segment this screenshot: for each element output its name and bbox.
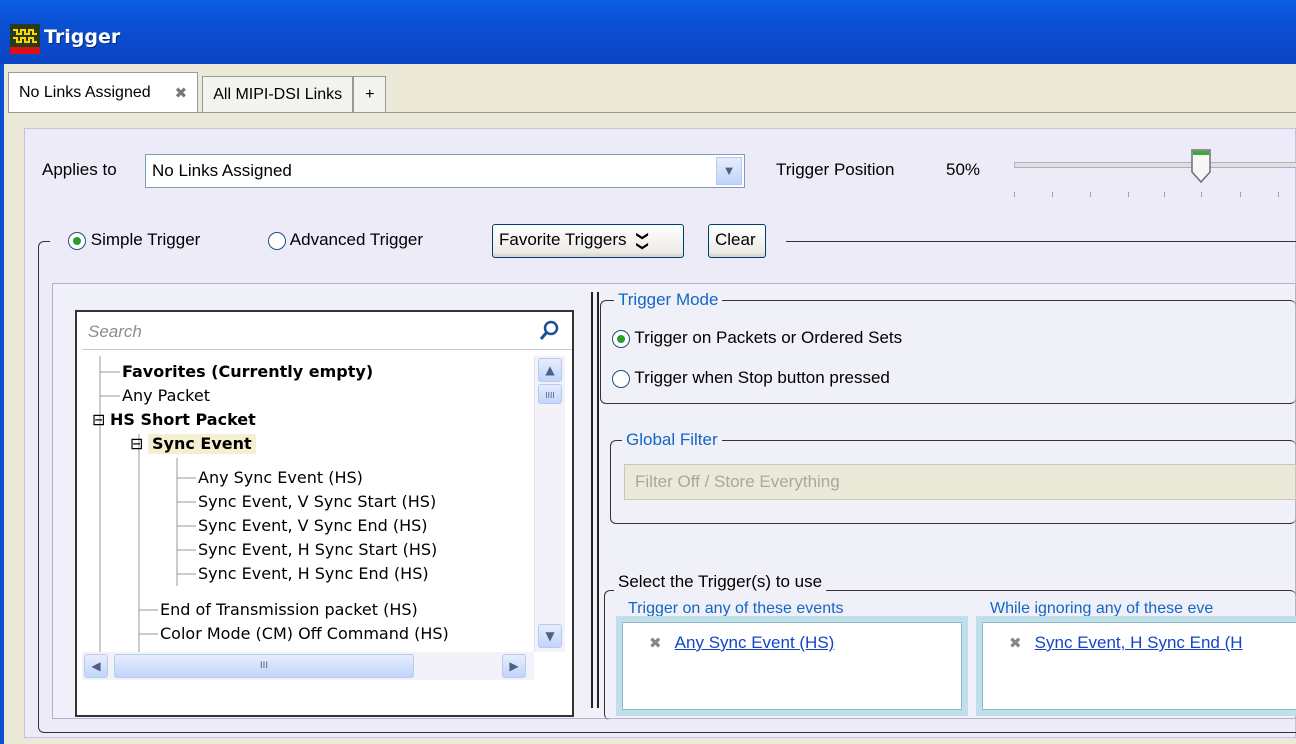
tab-label: No Links Assigned: [19, 83, 151, 101]
title-bar: [0, 0, 1296, 64]
ignore-item-link[interactable]: Sync Event, H Sync End (H: [1035, 633, 1243, 652]
slider-tick: [1014, 192, 1015, 197]
slider-tick: [1090, 192, 1091, 197]
slider-tick: [1278, 192, 1279, 197]
search-placeholder: Search: [88, 322, 142, 341]
trigger-any-list-inner[interactable]: ✖ Any Sync Event (HS): [622, 622, 962, 710]
tree-item-favorites[interactable]: Favorites (Currently empty): [122, 362, 373, 382]
favorite-triggers-label: Favorite Triggers: [499, 230, 627, 249]
ignore-any-list: ✖ Sync Event, H Sync End (H: [976, 616, 1296, 716]
radio-selected-icon: [68, 231, 86, 250]
remove-icon[interactable]: ✖: [649, 634, 662, 652]
tree-item-color-mode-off[interactable]: Color Mode (CM) Off Command (HS): [160, 624, 449, 644]
tree-item-any-sync-event[interactable]: Any Sync Event (HS): [198, 468, 363, 488]
trigger-position-slider[interactable]: [1014, 162, 1296, 168]
scroll-thumb[interactable]: III: [114, 654, 414, 678]
slider-tick: [1128, 192, 1129, 197]
trigger-stop-button-label: Trigger when Stop button pressed: [634, 368, 890, 387]
trigger-any-header: Trigger on any of these events: [628, 600, 844, 617]
radio-selected-icon: [612, 329, 630, 348]
advanced-trigger-label: Advanced Trigger: [289, 230, 424, 249]
slider-tick: [1052, 192, 1053, 197]
scroll-thumb[interactable]: IIII: [538, 384, 562, 404]
ignore-any-header: While ignoring any of these eve: [990, 600, 1214, 617]
select-triggers-legend: Select the Trigger(s) to use: [614, 572, 827, 592]
tree-item-any-packet[interactable]: Any Packet: [122, 386, 210, 406]
slider-tick: [1240, 192, 1241, 197]
window-title: Trigger: [44, 26, 121, 48]
tab-strip: No Links Assigned ✖ All MIPI-DSI Links +: [8, 72, 387, 112]
trigger-on-packets-label: Trigger on Packets or Ordered Sets: [634, 328, 903, 347]
tree-item-v-sync-start[interactable]: Sync Event, V Sync Start (HS): [198, 492, 436, 512]
applies-to-dropdown[interactable]: No Links Assigned ▼: [145, 154, 745, 188]
plus-icon: +: [365, 85, 375, 103]
tree-item-hs-short-packet[interactable]: HS Short Packet: [110, 410, 256, 430]
scroll-right-icon[interactable]: ▶: [502, 654, 526, 678]
tree-item-end-of-transmission[interactable]: End of Transmission packet (HS): [160, 600, 418, 620]
applies-to-value: No Links Assigned: [152, 161, 292, 180]
slider-thumb[interactable]: [1190, 148, 1212, 184]
advanced-trigger-radio[interactable]: Advanced Trigger: [268, 230, 423, 250]
tab-divider: [8, 112, 1296, 113]
slider-tick: [1164, 192, 1165, 197]
trigger-on-packets-radio[interactable]: Trigger on Packets or Ordered Sets: [612, 328, 902, 348]
tree-item-h-sync-start[interactable]: Sync Event, H Sync Start (HS): [198, 540, 437, 560]
remove-icon[interactable]: ✖: [1009, 634, 1022, 652]
tab-label: All MIPI-DSI Links: [213, 85, 343, 103]
simple-trigger-radio[interactable]: Simple Trigger: [68, 230, 200, 250]
panel-splitter[interactable]: [591, 292, 599, 708]
clear-button[interactable]: Clear: [708, 224, 766, 258]
collapse-toggle-icon[interactable]: ⊟: [92, 410, 105, 430]
tree-item-v-sync-end[interactable]: Sync Event, V Sync End (HS): [198, 516, 428, 536]
scroll-left-icon[interactable]: ◀: [84, 654, 108, 678]
global-filter-dropdown: Filter Off / Store Everything: [624, 464, 1296, 500]
trigger-mode-legend: Trigger Mode: [614, 290, 723, 310]
applies-to-label: Applies to: [42, 160, 117, 179]
favorite-triggers-button[interactable]: Favorite Triggers ❯❯: [492, 224, 684, 258]
collapse-toggle-icon[interactable]: ⊟: [130, 434, 143, 454]
trigger-stop-button-radio[interactable]: Trigger when Stop button pressed: [612, 368, 890, 388]
double-chevron-down-icon: ❯❯: [636, 230, 651, 252]
global-filter-legend: Global Filter: [622, 430, 722, 450]
tab-all-mipi-dsi-links[interactable]: All MIPI-DSI Links: [202, 76, 354, 112]
list-item: ✖ Any Sync Event (HS): [623, 623, 961, 653]
trigger-position-value: 50%: [946, 160, 981, 179]
scroll-down-icon[interactable]: ▼: [538, 624, 562, 648]
tree-item-sync-event[interactable]: Sync Event: [148, 434, 256, 454]
tab-no-links-assigned[interactable]: No Links Assigned ✖: [8, 72, 199, 112]
close-tab-icon[interactable]: ✖: [175, 84, 188, 102]
radio-unselected-icon: [612, 369, 630, 388]
list-item: ✖ Sync Event, H Sync End (H: [983, 623, 1296, 653]
tree-horizontal-scrollbar[interactable]: ◀ III ▶: [82, 652, 534, 680]
app-logo-icon: [10, 24, 40, 54]
trigger-any-list: ✖ Any Sync Event (HS): [616, 616, 968, 716]
global-filter-value: Filter Off / Store Everything: [635, 472, 840, 491]
clear-label: Clear: [715, 230, 756, 249]
tree-vertical-scrollbar[interactable]: ▲ IIII ▼: [534, 356, 565, 652]
ignore-any-list-inner[interactable]: ✖ Sync Event, H Sync End (H: [982, 622, 1296, 710]
trigger-position-label: Trigger Position: [776, 160, 895, 179]
search-icon[interactable]: [538, 320, 560, 342]
tree-item-h-sync-end[interactable]: Sync Event, H Sync End (HS): [198, 564, 429, 584]
scroll-up-icon[interactable]: ▲: [538, 358, 562, 382]
radio-unselected-icon: [268, 231, 286, 250]
search-input[interactable]: Search: [82, 316, 572, 350]
simple-trigger-label: Simple Trigger: [90, 230, 201, 249]
trigger-any-item-link[interactable]: Any Sync Event (HS): [675, 633, 835, 652]
add-tab-button[interactable]: +: [353, 76, 387, 112]
slider-tick: [1201, 192, 1202, 197]
chevron-down-icon[interactable]: ▼: [716, 157, 742, 185]
trigger-mode-groupbox: [600, 300, 1296, 404]
